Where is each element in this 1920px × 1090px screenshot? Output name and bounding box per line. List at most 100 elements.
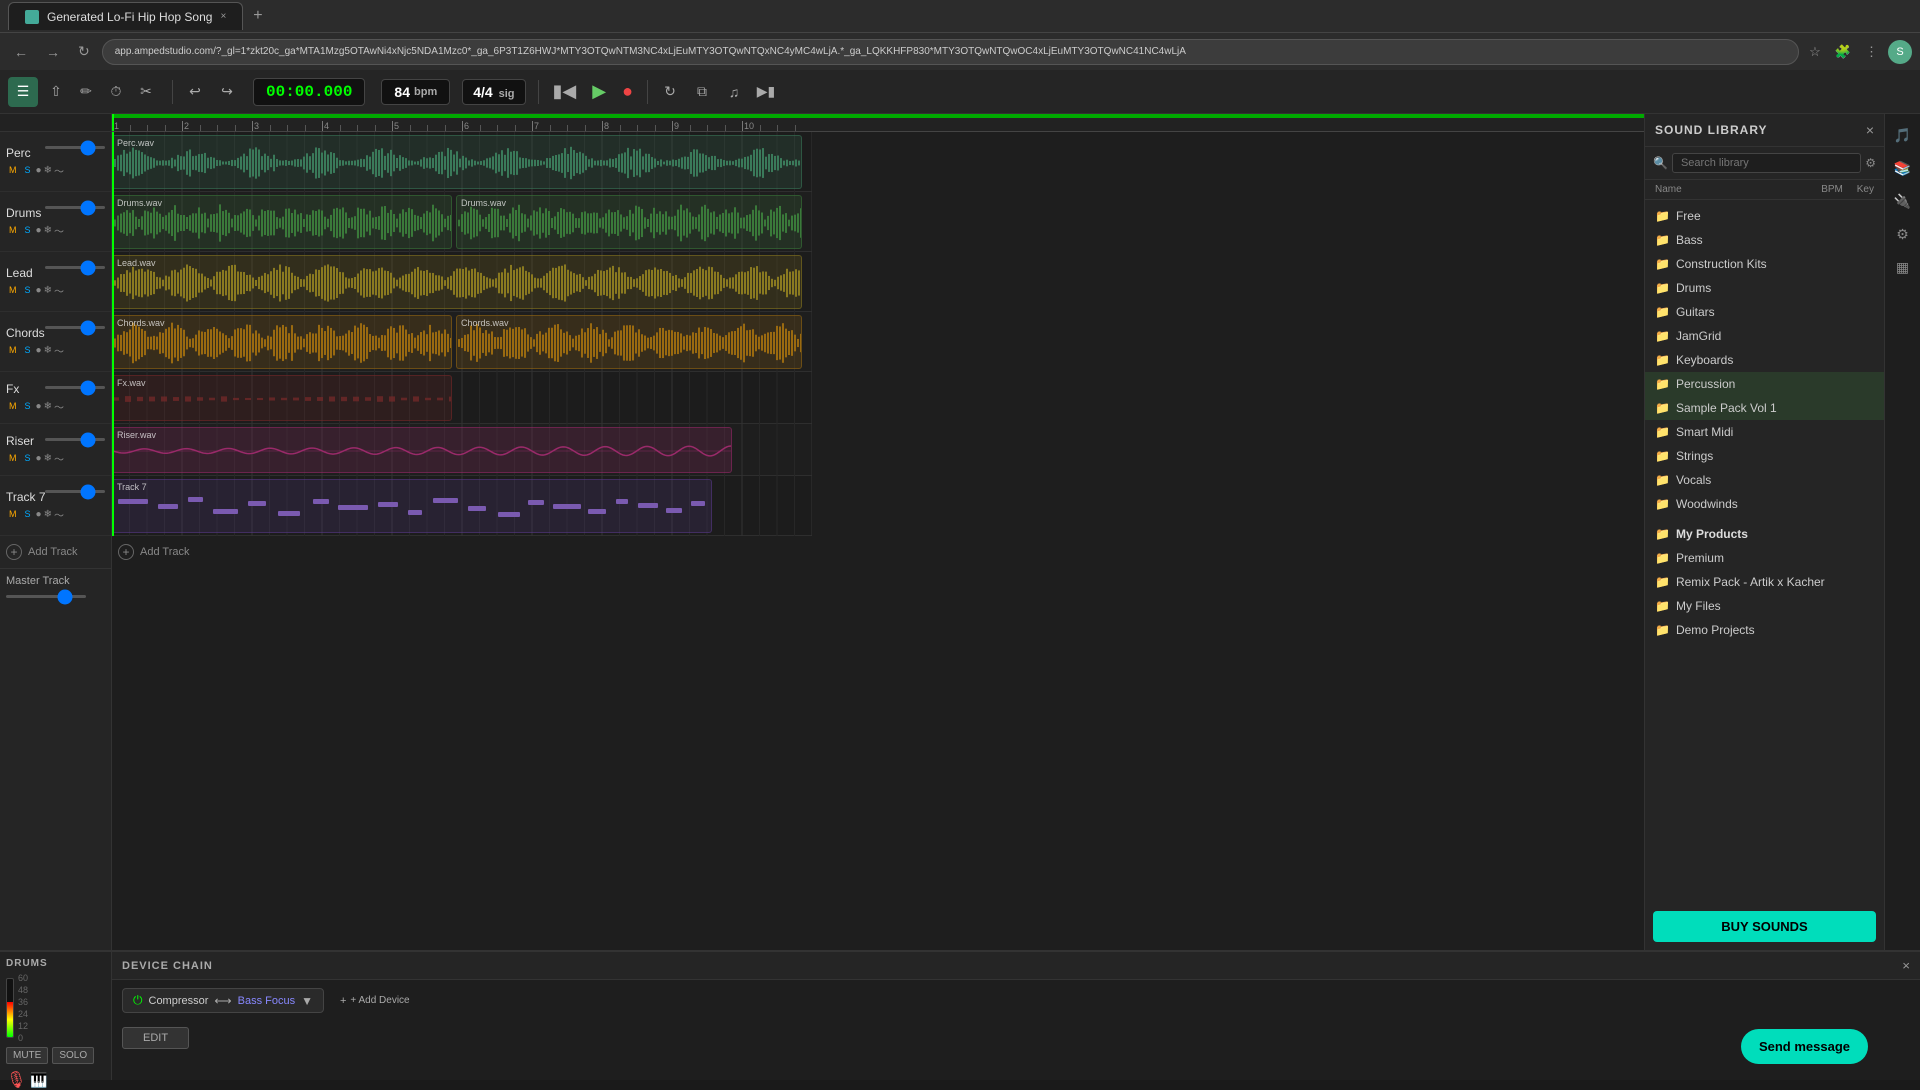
library-item-construction-kits[interactable]: 📁 Construction Kits (1645, 252, 1884, 276)
play-button[interactable]: ▶ (586, 77, 612, 106)
clip-chords-wav[interactable]: Chords.wav (112, 315, 452, 369)
loop-button[interactable]: ↻ (656, 78, 684, 106)
active-tab[interactable]: Generated Lo-Fi Hip Hop Song × (8, 2, 243, 30)
time-sig-display[interactable]: 4/4 sig (462, 79, 525, 105)
automation-btn[interactable]: 〜 (54, 399, 64, 414)
library-item-strings[interactable]: 📁 Strings (1645, 444, 1884, 468)
library-item-drums[interactable]: 📁 Drums (1645, 276, 1884, 300)
add-track-button[interactable]: +Add Track (0, 536, 111, 568)
automation-btn[interactable]: 〜 (54, 507, 64, 522)
volume-slider[interactable] (45, 326, 105, 329)
solo-btn[interactable]: S (22, 344, 34, 356)
tab-close-button[interactable]: × (220, 11, 226, 22)
track-row-lead[interactable]: Lead.wav (112, 252, 812, 312)
midi-button[interactable]: ▶▮ (752, 78, 780, 106)
device-chain-close-button[interactable]: × (1902, 958, 1910, 973)
track-row-perc[interactable]: Perc.wav (112, 132, 812, 192)
volume-slider[interactable] (45, 438, 105, 441)
menu-button[interactable]: ☰ (8, 77, 38, 107)
select-tool-button[interactable]: ⇧ (42, 78, 70, 106)
track-row-drums[interactable]: Drums.wavDrums.wav (112, 192, 812, 252)
refresh-button[interactable]: ↻ (72, 41, 96, 62)
forward-button[interactable]: → (40, 42, 66, 62)
skip-back-button[interactable]: ▮◀ (547, 77, 583, 106)
filter-icon[interactable]: ⚙ (1865, 156, 1876, 170)
mute-btn[interactable]: M (6, 508, 20, 520)
track-row-chords[interactable]: Chords.wavChords.wav (112, 312, 812, 372)
library-item-my-products[interactable]: 📁 My Products (1645, 522, 1884, 546)
automation-btn[interactable]: 〜 (54, 343, 64, 358)
library-item-guitars[interactable]: 📁 Guitars (1645, 300, 1884, 324)
solo-btn[interactable]: S (22, 164, 34, 176)
device-expand-icon[interactable]: ▼ (301, 994, 313, 1008)
solo-btn[interactable]: S (22, 224, 34, 236)
track-row-fx[interactable]: Fx.wav (112, 372, 812, 424)
arm-btn[interactable]: ● (36, 225, 42, 236)
library-item-vocals[interactable]: 📁 Vocals (1645, 468, 1884, 492)
pencil-tool-button[interactable]: ✏ (72, 78, 100, 106)
solo-btn[interactable]: S (22, 452, 34, 464)
library-item-jamgrid[interactable]: 📁 JamGrid (1645, 324, 1884, 348)
volume-slider[interactable] (45, 146, 105, 149)
mute-btn[interactable]: M (6, 452, 20, 464)
solo-btn[interactable]: S (22, 400, 34, 412)
settings-button[interactable]: ⋮ (1861, 42, 1882, 62)
clip-lead-wav[interactable]: Lead.wav (112, 255, 802, 309)
clip-fx-wav[interactable]: Fx.wav (112, 375, 452, 421)
library-item-remix-pack-artik-x-kacher[interactable]: 📁 Remix Pack - Artik x Kacher (1645, 570, 1884, 594)
track-row-riser[interactable]: Riser.wav (112, 424, 812, 476)
volume-slider[interactable] (45, 206, 105, 209)
user-avatar[interactable]: S (1888, 40, 1912, 64)
clock-tool-button[interactable]: ⏱ (102, 78, 130, 106)
piano-button[interactable]: 🎹 (30, 1072, 47, 1089)
automation-btn[interactable]: 〜 (54, 451, 64, 466)
volume-slider[interactable] (45, 266, 105, 269)
library-item-sample-pack-vol-1[interactable]: 📁 Sample Pack Vol 1 (1645, 396, 1884, 420)
master-volume-slider[interactable] (6, 595, 86, 598)
arm-btn[interactable]: ● (36, 401, 42, 412)
record-arm-button[interactable]: 🎙 (6, 1070, 26, 1090)
add-track-row[interactable]: +Add Track (112, 536, 812, 568)
extension-button[interactable]: 🧩 (1831, 42, 1855, 62)
library-item-woodwinds[interactable]: 📁 Woodwinds (1645, 492, 1884, 516)
library-item-premium[interactable]: 📁 Premium (1645, 546, 1884, 570)
freeze-btn[interactable]: ❄ (44, 509, 52, 520)
clip-perc-wav[interactable]: Perc.wav (112, 135, 802, 189)
solo-btn[interactable]: S (22, 508, 34, 520)
arm-btn[interactable]: ● (36, 165, 42, 176)
automation-btn[interactable]: 〜 (54, 223, 64, 238)
mute-btn[interactable]: M (6, 224, 20, 236)
library-item-keyboards[interactable]: 📁 Keyboards (1645, 348, 1884, 372)
compressor-device[interactable]: ⏻ Compressor ⟷ Bass Focus ▼ (122, 988, 324, 1013)
freeze-btn[interactable]: ❄ (44, 345, 52, 356)
buy-sounds-button[interactable]: BUY SOUNDS (1653, 911, 1876, 942)
arm-btn[interactable]: ● (36, 285, 42, 296)
track-row-track-7[interactable]: Track 7 (112, 476, 812, 536)
smart-icon[interactable]: 🎵 (1889, 122, 1916, 149)
bookmark-button[interactable]: ☆ (1805, 42, 1825, 62)
edit-button[interactable]: EDIT (122, 1027, 189, 1049)
mute-btn[interactable]: M (6, 400, 20, 412)
library-item-demo-projects[interactable]: 📁 Demo Projects (1645, 618, 1884, 642)
volume-slider[interactable] (45, 386, 105, 389)
solo-button[interactable]: SOLO (52, 1047, 94, 1064)
scissors-tool-button[interactable]: ✂ (132, 78, 160, 106)
bpm-display[interactable]: 84 bpm (381, 79, 450, 105)
add-device-button[interactable]: + + Add Device (332, 991, 418, 1011)
back-button[interactable]: ← (8, 42, 34, 62)
mute-button[interactable]: MUTE (6, 1047, 48, 1064)
mute-btn[interactable]: M (6, 284, 20, 296)
automation-btn[interactable]: 〜 (54, 283, 64, 298)
arm-btn[interactable]: ● (36, 509, 42, 520)
freeze-btn[interactable]: ❄ (44, 285, 52, 296)
volume-slider[interactable] (45, 490, 105, 493)
grid-icon[interactable]: ▦ (1891, 254, 1914, 281)
punch-in-button[interactable]: ⧉ (688, 78, 716, 106)
automation-btn[interactable]: 〜 (54, 163, 64, 178)
arm-btn[interactable]: ● (36, 345, 42, 356)
library-item-my-files[interactable]: 📁 My Files (1645, 594, 1884, 618)
solo-btn[interactable]: S (22, 284, 34, 296)
metronome-button[interactable]: ♫ (720, 78, 748, 106)
library-icon[interactable]: 📚 (1889, 155, 1916, 182)
plugin-icon[interactable]: 🔌 (1889, 188, 1916, 215)
